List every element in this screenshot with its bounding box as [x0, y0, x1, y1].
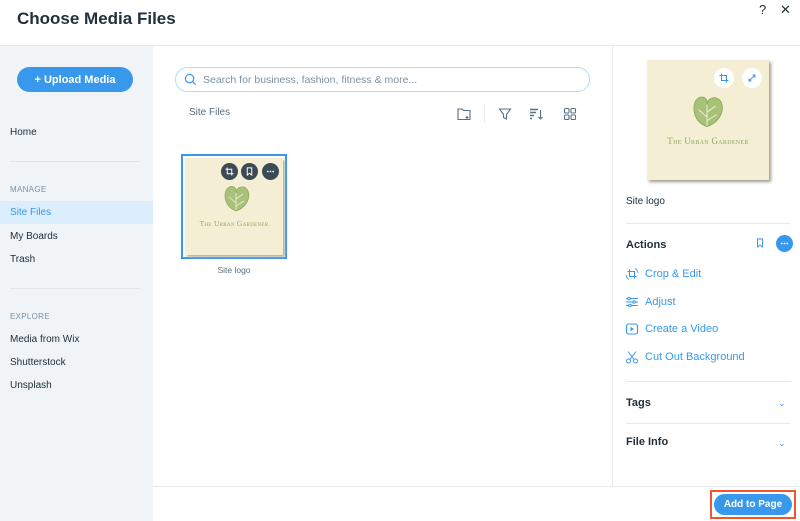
- media-browser: Site Files The Urban Gardener Site logo: [153, 46, 612, 486]
- sidebar-divider: [10, 288, 140, 289]
- breadcrumb: Site Files: [189, 107, 231, 118]
- file-name: Site logo: [217, 265, 251, 275]
- section-title-explore: EXPLORE: [10, 312, 50, 321]
- sidebar-item-my-boards[interactable]: My Boards: [0, 225, 153, 248]
- sliders-icon: [626, 296, 638, 308]
- toolbar-divider: [484, 104, 485, 122]
- leaf-icon: [693, 96, 723, 128]
- scissors-icon: [626, 351, 638, 364]
- sidebar-item-trash[interactable]: Trash: [0, 248, 153, 271]
- crop-icon: [625, 268, 639, 280]
- logo-text: The Urban Gardener: [199, 219, 269, 228]
- logo-text: The Urban Gardener: [667, 136, 749, 146]
- action-label: Adjust: [645, 296, 676, 308]
- file-thumbnail[interactable]: The Urban Gardener: [181, 154, 287, 259]
- tags-section[interactable]: Tags: [626, 397, 651, 409]
- bookmark-icon[interactable]: [755, 238, 765, 248]
- action-label: Cut Out Background: [645, 351, 745, 363]
- upload-media-button[interactable]: + Upload Media: [17, 67, 133, 92]
- new-folder-icon[interactable]: [456, 106, 472, 122]
- dialog-footer: [153, 486, 800, 521]
- create-video-action[interactable]: Create a Video: [625, 320, 718, 338]
- crop-edit-action[interactable]: Crop & Edit: [625, 265, 701, 283]
- divider: [626, 223, 791, 224]
- sidebar-item-media-from-wix[interactable]: Media from Wix: [0, 328, 153, 351]
- add-to-page-button[interactable]: Add to Page: [714, 494, 792, 515]
- crop-icon[interactable]: [221, 163, 238, 180]
- close-button[interactable]: ✕: [780, 2, 791, 18]
- chevron-down-icon[interactable]: ⌄: [778, 438, 786, 449]
- search-bar[interactable]: [175, 67, 590, 92]
- action-label: Create a Video: [645, 323, 719, 335]
- help-button[interactable]: ?: [759, 2, 766, 17]
- leaf-icon: [224, 186, 250, 212]
- divider: [626, 381, 791, 382]
- sidebar: + Upload Media Home MANAGE Site Files My…: [0, 46, 153, 521]
- divider: [626, 423, 791, 424]
- sidebar-item-site-files[interactable]: Site Files: [0, 201, 153, 224]
- dialog-title: Choose Media Files: [17, 9, 176, 28]
- preview-image: The Urban Gardener: [647, 60, 769, 180]
- sidebar-divider: [10, 161, 140, 162]
- search-icon: [184, 73, 197, 86]
- more-options-icon[interactable]: [262, 163, 279, 180]
- add-to-page-highlight: Add to Page: [710, 490, 796, 519]
- filter-icon[interactable]: [497, 106, 513, 122]
- adjust-action[interactable]: Adjust: [625, 293, 676, 311]
- video-icon: [625, 323, 639, 335]
- details-panel: The Urban Gardener Site logo Actions Cro…: [612, 46, 800, 486]
- search-input[interactable]: [203, 73, 573, 86]
- sidebar-item-unsplash[interactable]: Unsplash: [0, 374, 153, 397]
- grid-view-icon[interactable]: [562, 106, 578, 122]
- actions-title: Actions: [626, 239, 667, 251]
- sidebar-item-home[interactable]: Home: [0, 121, 153, 144]
- sort-icon[interactable]: [528, 106, 544, 122]
- cut-out-background-action[interactable]: Cut Out Background: [625, 348, 745, 366]
- more-actions-button[interactable]: [776, 235, 793, 252]
- section-title-manage: MANAGE: [10, 185, 47, 194]
- crop-icon[interactable]: [714, 68, 734, 88]
- chevron-down-icon[interactable]: ⌄: [778, 398, 786, 409]
- file-info-section[interactable]: File Info: [626, 436, 668, 448]
- bookmark-icon[interactable]: [241, 163, 258, 180]
- sidebar-item-shutterstock[interactable]: Shutterstock: [0, 351, 153, 374]
- expand-icon[interactable]: [742, 68, 762, 88]
- dialog-header: Choose Media Files ? ✕: [0, 0, 800, 46]
- logo-image: The Urban Gardener: [185, 158, 283, 255]
- more-options-icon: [780, 242, 789, 245]
- action-label: Crop & Edit: [645, 268, 702, 280]
- selected-file-name: Site logo: [626, 196, 665, 207]
